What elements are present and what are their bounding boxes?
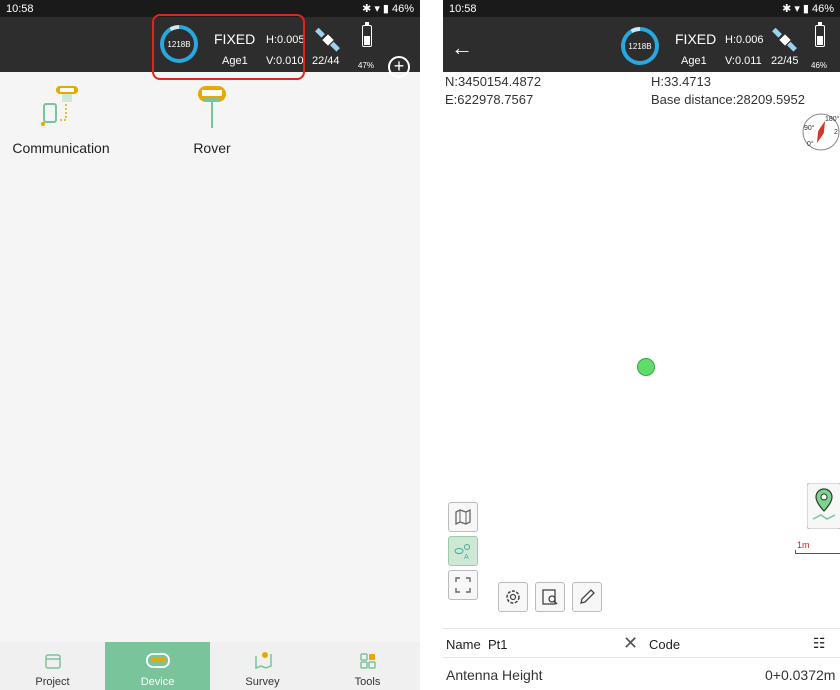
receiver-battery-icon (815, 22, 825, 47)
device-screen: 10:58 ✱ ▾ ▮ 46% 1218B FIXED Age1 H:0.005… (0, 0, 420, 690)
clear-icon[interactable]: ✕ (623, 633, 638, 654)
current-position-marker[interactable] (637, 358, 655, 376)
map-canvas[interactable]: 180° 90° 0° 2 A (443, 112, 840, 626)
h-precision: H:0.006 (725, 34, 764, 46)
easting: E:622978.7567 (445, 92, 534, 107)
northing: N:3450154.4872 (445, 74, 542, 89)
highlight-box (152, 14, 305, 80)
folder-icon (44, 654, 61, 669)
receiver-battery-icon (362, 22, 372, 47)
compass-west: 90° (804, 124, 815, 132)
add-icon[interactable]: + (388, 56, 410, 78)
coordinate-panel: N:3450154.4872 E:622978.7567 H:33.4713 B… (443, 72, 840, 112)
satellite-icon (772, 27, 797, 52)
code-label: Code (649, 637, 681, 652)
nav-tools[interactable]: Tools (315, 642, 420, 690)
antenna-label: Antenna Height (446, 667, 543, 683)
nav-label: Survey (245, 676, 280, 688)
receiver-battery-percent: 47% (358, 61, 375, 70)
antenna-height-row[interactable]: Antenna Height 0+0.0372m (443, 660, 840, 690)
satellite-ring-icon[interactable]: 1218B (621, 27, 659, 65)
height: H:33.4713 (651, 74, 711, 89)
nav-project[interactable]: Project (0, 642, 105, 690)
v-precision: V:0.011 (725, 55, 762, 67)
scale-bar (795, 550, 840, 554)
eye-pin-icon: A (454, 544, 470, 561)
satellite-count: 22/45 (771, 55, 799, 67)
point-search-button[interactable] (535, 582, 565, 612)
nav-device[interactable]: Device (105, 642, 210, 690)
map-icon (455, 508, 471, 526)
pencil-icon (580, 589, 595, 604)
tile-label: Rover (193, 140, 231, 156)
map-pin-icon (254, 652, 272, 670)
satellite-icon (315, 27, 340, 52)
bluetooth-icon: ✱ (782, 3, 792, 15)
nav-label: Tools (354, 676, 381, 688)
back-arrow-icon[interactable]: ← (451, 35, 473, 61)
visibility-toggle[interactable]: A (448, 536, 478, 566)
scale-label: 1m (797, 540, 810, 550)
tile-rover[interactable]: Rover (182, 82, 242, 156)
status-bar: 10:58 ✱ ▾ ▮ 46% (443, 0, 840, 17)
nav-label: Device (140, 676, 175, 688)
fullscreen-icon (455, 577, 471, 593)
receiver-battery-percent: 46% (811, 61, 828, 70)
gear-icon (506, 590, 520, 604)
bluetooth-icon: ✱ (362, 3, 372, 15)
ring-label: 1218B (628, 41, 652, 51)
satellite-count: 22/44 (312, 55, 340, 67)
battery-percent: 46% (391, 2, 414, 15)
compass-east: 2 (834, 129, 838, 136)
antenna-value: 0+0.0372m (765, 667, 836, 683)
app-bar: ← 1218B FIXED Age1 H:0.006 V:0.011 22/45… (443, 17, 840, 72)
receiver-icon (145, 653, 170, 668)
search-points-icon (542, 589, 558, 605)
nav-survey[interactable]: Survey (210, 642, 315, 690)
communication-icon (41, 86, 78, 126)
code-list-icon[interactable]: ☷ (813, 635, 826, 652)
tile-communication[interactable]: Communication (0, 82, 122, 156)
map-layers-button[interactable] (448, 502, 478, 532)
wifi-icon: ▾ (374, 3, 380, 15)
battery-icon: ▮ (382, 3, 389, 15)
clock: 10:58 (6, 2, 34, 15)
tile-label: Communication (12, 140, 110, 156)
grid-icon (359, 653, 376, 669)
svg-text:A: A (464, 554, 469, 561)
base-distance: Base distance:28209.5952 (651, 92, 805, 107)
name-input[interactable]: Pt1 (488, 637, 508, 652)
point-name-row: Name Pt1 ✕ Code ☷ (443, 628, 840, 658)
survey-screen: 10:58 ✱ ▾ ▮ 46% ← 1218B FIXED Age1 H:0.0… (443, 0, 840, 690)
name-label: Name (446, 637, 481, 652)
rover-icon (198, 86, 226, 128)
compass-south: 0° (807, 140, 814, 148)
clock: 10:58 (449, 2, 477, 15)
zoom-extent-button[interactable] (448, 570, 478, 600)
edit-button[interactable] (572, 582, 602, 612)
battery-icon: ▮ (802, 3, 809, 15)
bottom-navigation: Project Device Survey Tools (0, 642, 420, 690)
age-label: Age1 (681, 55, 707, 67)
fix-status: FIXED (675, 31, 717, 47)
wifi-icon: ▾ (794, 3, 800, 15)
compass-icon[interactable]: 180° 90° 0° 2 (801, 112, 840, 152)
stakeout-point-button[interactable] (807, 483, 840, 529)
compass-north: 180° (825, 115, 840, 123)
settings-button[interactable] (498, 582, 528, 612)
battery-percent: 46% (811, 2, 834, 15)
nav-label: Project (35, 676, 70, 688)
